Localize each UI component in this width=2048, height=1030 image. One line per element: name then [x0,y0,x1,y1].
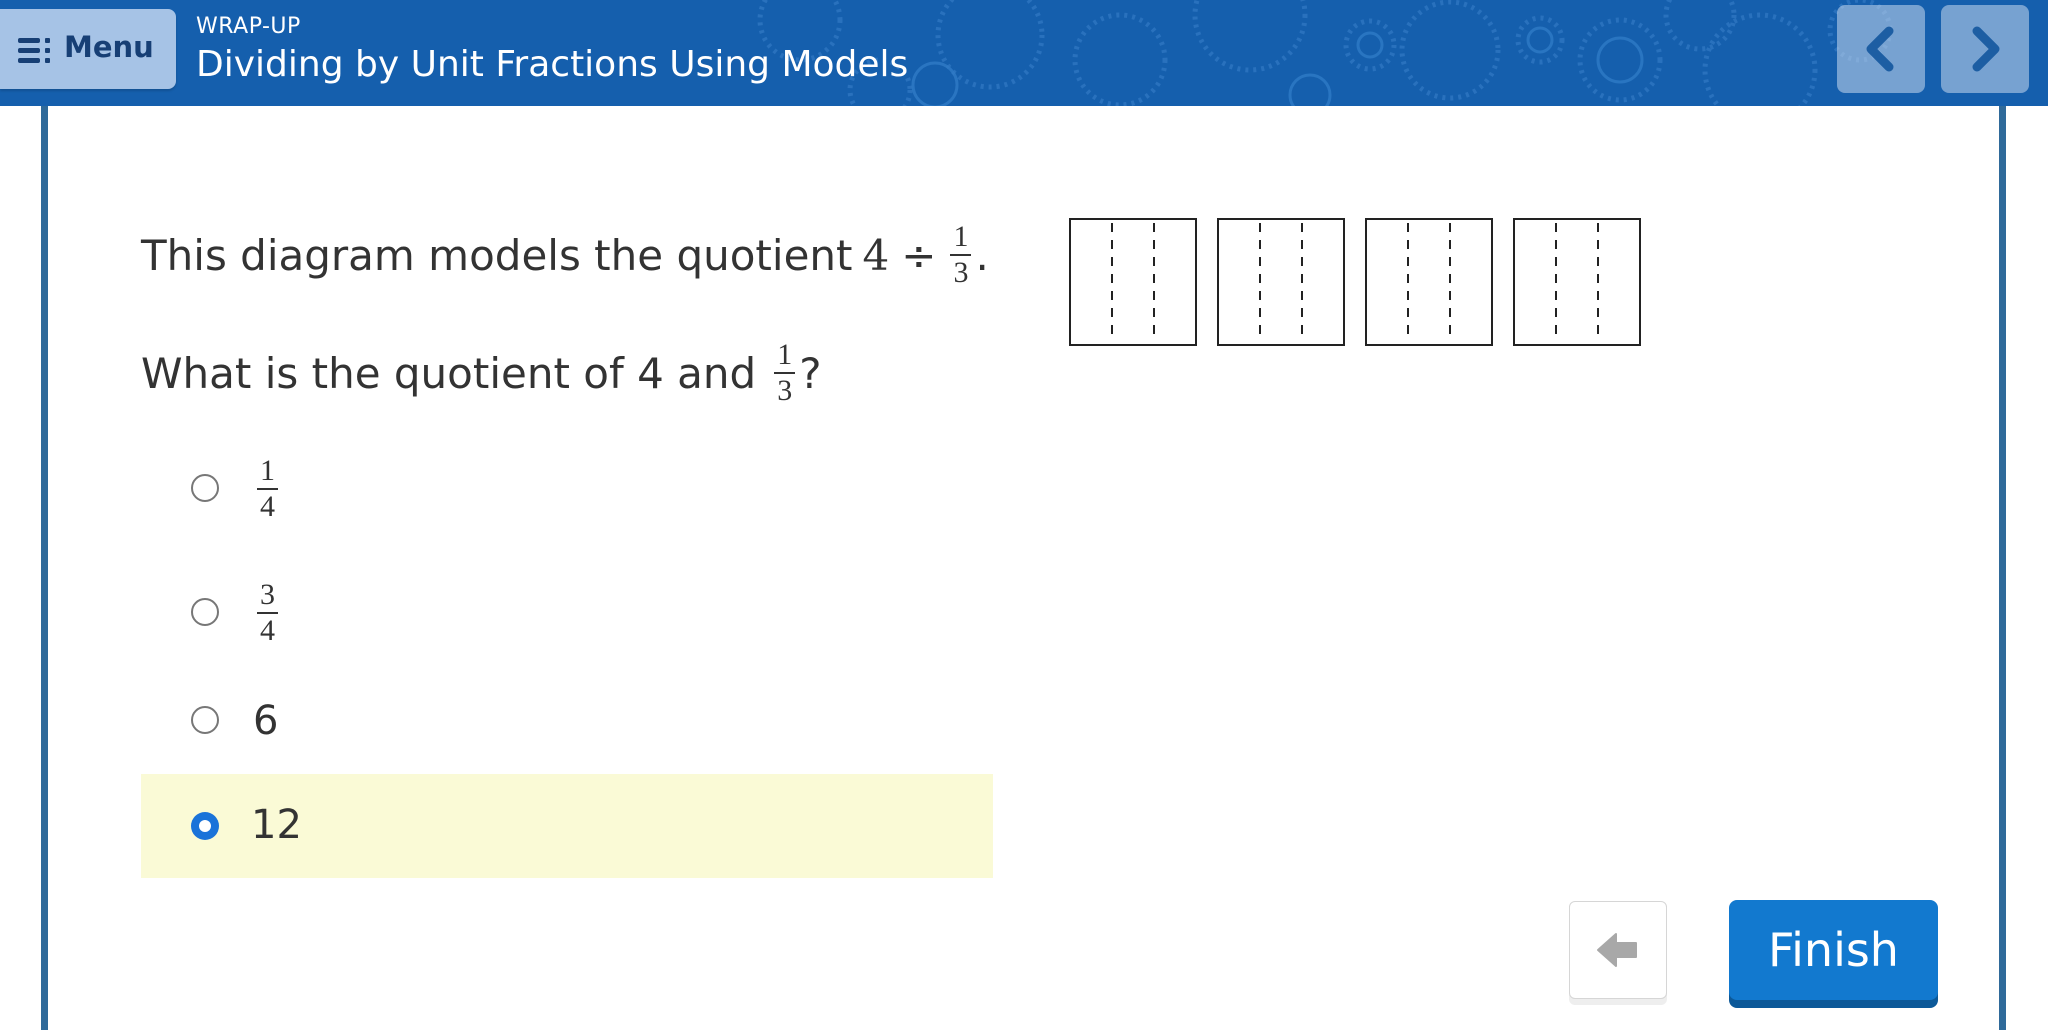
whole-box [1513,218,1641,346]
fraction-denominator: 4 [260,614,275,647]
content-frame-left [41,106,48,1030]
arrow-left-icon [1597,933,1637,967]
radio-button[interactable] [191,474,219,502]
whole-box [1365,218,1493,346]
fraction-numerator: 1 [260,454,275,487]
menu-button[interactable]: Menu [0,9,176,89]
chevron-right-icon [1972,26,2000,72]
chevron-left-icon [1866,26,1894,72]
content-frame-right [1999,106,2006,1030]
answer-choice-4[interactable]: 12 [141,774,993,878]
fraction-numerator: 1 [777,338,793,371]
division-sign: ÷ [901,230,937,280]
question-label: What is the quotient of 4 and [141,348,757,398]
question-prompt: This diagram models the quotient 4 ÷ 1 3… [141,222,989,288]
question-fraction: 1 3 [774,338,796,407]
back-button[interactable] [1569,901,1667,999]
fraction-denominator: 3 [777,374,793,407]
lesson-title: Dividing by Unit Fractions Using Models [196,44,909,85]
menu-list-icon [18,38,50,63]
menu-label: Menu [64,30,154,64]
fraction-numerator: 1 [953,220,969,253]
dividend: 4 [862,230,890,280]
choice-label: 6 [253,698,279,744]
radio-button-selected[interactable] [191,812,219,840]
finish-button[interactable]: Finish [1729,900,1938,1000]
section-kicker: WRAP-UP [196,14,301,39]
prompt-period: . [975,230,989,280]
choice-fraction: 1 4 [257,456,278,522]
previous-page-button[interactable] [1837,5,1925,93]
choice-fraction: 3 4 [257,580,278,646]
question-text: What is the quotient of 4 and 1 3 ? [141,340,822,406]
prompt-text: This diagram models the quotient [141,230,853,280]
next-page-button[interactable] [1941,5,2029,93]
question-mark: ? [799,348,822,398]
fraction-model-diagram [1069,218,1641,346]
fraction-numerator: 3 [260,578,275,611]
radio-button[interactable] [191,706,219,734]
whole-box [1069,218,1197,346]
fraction-denominator: 4 [260,490,275,523]
fraction-denominator: 3 [953,256,969,289]
answer-choice-1[interactable]: 1 4 [141,442,993,534]
header-bar: Menu WRAP-UP Dividing by Unit Fractions … [0,0,2048,106]
radio-button[interactable] [191,598,219,626]
answer-choice-2[interactable]: 3 4 [141,566,993,658]
whole-box [1217,218,1345,346]
divisor-fraction: 1 3 [950,220,972,289]
answer-choice-3[interactable]: 6 [141,690,993,754]
choice-label: 12 [251,802,302,848]
